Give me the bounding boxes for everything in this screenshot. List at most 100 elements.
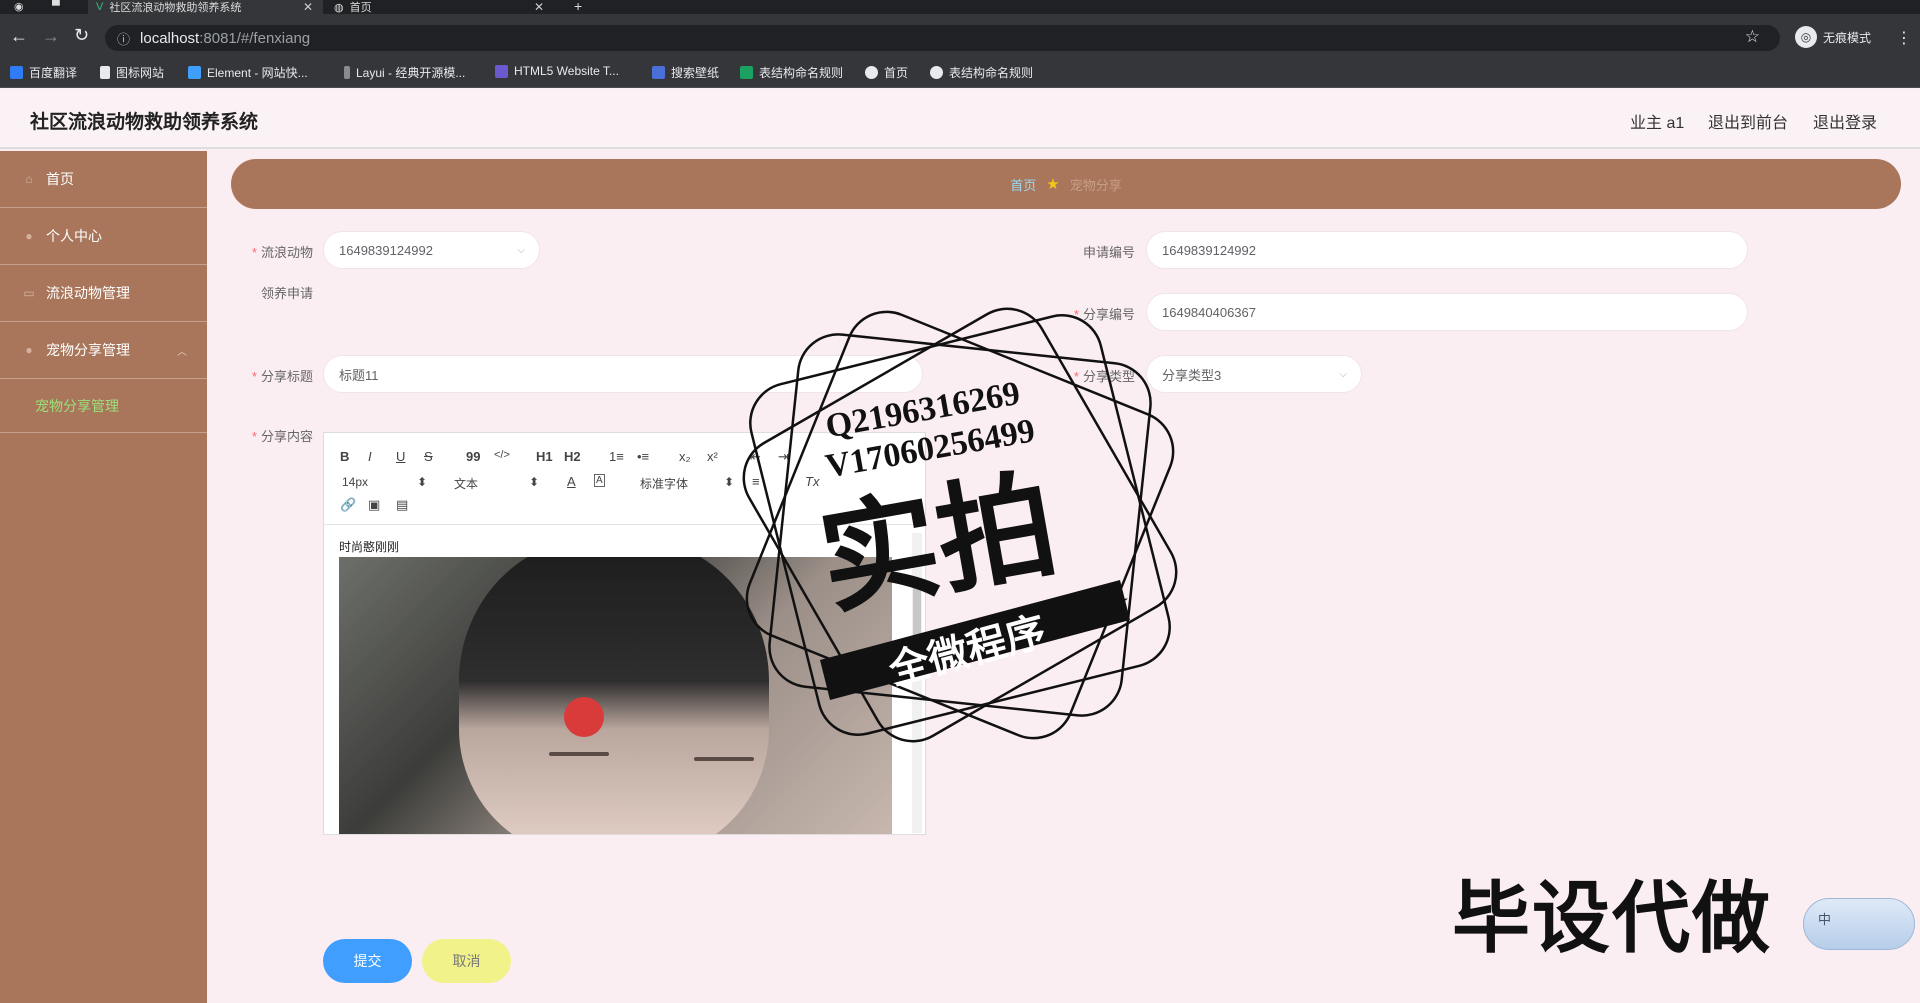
incognito-label: 无痕模式 (1823, 30, 1872, 45)
apply-no-label: 申请编号 (1082, 245, 1135, 260)
sidebar-item-profile[interactable]: ● 个人中心 (0, 208, 207, 265)
url-host: localhost (140, 29, 200, 47)
underline-button[interactable]: U (396, 449, 405, 464)
breadcrumb-current: 宠物分享 (1069, 177, 1122, 193)
content-label: * 分享内容 (251, 429, 313, 444)
text-type-select[interactable]: 文本 (454, 475, 478, 492)
app-header: 社区流浪动物救助领养系统 业主 a1 退出到前台 退出登录 (0, 89, 1920, 149)
ordered-list-button[interactable]: 1≡ (609, 449, 624, 464)
new-tab-icon[interactable]: + (574, 0, 582, 14)
breadcrumb: 首页 ★ 宠物分享 (231, 159, 1901, 209)
chevron-up-icon: ︿ (177, 346, 187, 358)
italic-button[interactable]: I (368, 449, 372, 464)
ime-floating-widget[interactable]: 中 (1803, 898, 1915, 950)
video-icon[interactable]: ▤ (396, 497, 408, 513)
globe-icon (865, 66, 878, 79)
element-icon (188, 66, 201, 79)
link-icon[interactable]: 🔗 (340, 497, 356, 513)
apply-no-input[interactable]: 1649839124992 (1146, 231, 1748, 269)
url-bar[interactable]: ⓘ localhost:8081/#/fenxiang ☆ (105, 25, 1780, 51)
superscript-button[interactable]: x² (707, 449, 718, 464)
bookmark-item[interactable]: 表结构命名规则 (740, 64, 843, 81)
animal-select[interactable]: 1649839124992 ⌵ (323, 231, 540, 269)
bold-button[interactable]: B (340, 449, 349, 464)
bookmark-item[interactable]: 百度翻译 (10, 64, 77, 81)
image-icon[interactable]: ▣ (368, 497, 380, 513)
forward-icon[interactable]: → (42, 26, 60, 47)
tab-system[interactable]: V 社区流浪动物救助领养系统 ✕ (88, 0, 323, 14)
layui-icon (344, 66, 350, 79)
bookmark-item[interactable]: 搜索壁纸 (652, 64, 719, 81)
reload-icon[interactable]: ↻ (74, 25, 89, 46)
strike-button[interactable]: S (424, 449, 433, 464)
url-path: :8081/#/fenxiang (199, 29, 311, 47)
window-icon: ▀ (52, 0, 60, 12)
h1-button[interactable]: H1 (536, 449, 553, 464)
current-user: 业主 a1 (1630, 115, 1685, 132)
home-icon: ⌂ (25, 172, 33, 186)
tab-home[interactable]: ◍ 首页 ✕ (326, 0, 554, 14)
info-icon[interactable]: ⓘ (117, 29, 130, 48)
bookmark-item[interactable]: 图标网站 (100, 64, 164, 81)
bullet-list-button[interactable]: •≡ (637, 449, 649, 464)
editor-content-text: 时尚憨刚刚 (339, 540, 400, 554)
sidebar: ⌂ 首页 ● 个人中心 ▭ 流浪动物管理 ● 宠物分享管理 ︿ 宠物分享管理 (0, 151, 207, 1003)
back-icon[interactable]: ← (10, 26, 28, 47)
menu-icon[interactable]: ⋮ (1896, 28, 1912, 48)
breadcrumb-home[interactable]: 首页 (1010, 175, 1036, 194)
globe-icon: ◍ (334, 1, 344, 14)
quote-button[interactable]: 99 (466, 449, 480, 464)
user-icon: ● (25, 229, 33, 243)
font-color-icon[interactable]: A (567, 474, 576, 489)
sidebar-item-animal-manage[interactable]: ▭ 流浪动物管理 (0, 265, 207, 322)
bookmark-item[interactable]: 首页 (865, 64, 908, 81)
browser-logo-icon: ◉ (14, 1, 24, 13)
apply-label: 领养申请 (260, 286, 313, 301)
tab-title: 社区流浪动物救助领养系统 (109, 2, 242, 14)
chevron-down-icon: ⌵ (1339, 368, 1347, 380)
bookmark-item[interactable]: Element - 网站快... (188, 64, 308, 81)
font-family-select[interactable]: 标准字体 (640, 475, 688, 492)
html5-icon (495, 64, 508, 78)
background-color-icon[interactable]: A (594, 474, 605, 487)
star-icon: ★ (850, 649, 877, 682)
subscript-button[interactable]: x₂ (679, 449, 691, 464)
star-icon: ★ (1103, 586, 1130, 619)
watermark-stamp: Q2196316269 V17060256499 实拍 全微程序 ★ ★ (742, 307, 1178, 743)
incognito-icon: ◎ (1795, 26, 1817, 48)
translate-icon (10, 66, 23, 79)
bookmark-item[interactable]: HTML5 Website T... (495, 64, 619, 78)
bookmark-star-icon[interactable]: ☆ (1745, 27, 1760, 47)
sidebar-subitem-share-manage[interactable]: 宠物分享管理 (0, 379, 207, 433)
share-no-input[interactable]: 1649840406367 (1146, 293, 1748, 331)
star-icon: ★ (1046, 176, 1060, 193)
chevron-updown-icon: ⬍ (417, 475, 428, 489)
chevron-down-icon: ⌵ (517, 244, 525, 256)
sidebar-item-share-manage[interactable]: ● 宠物分享管理 ︿ (0, 322, 207, 379)
incognito-profile[interactable]: ◎ 无痕模式 (1795, 26, 1871, 48)
vue-logo-icon: V (96, 1, 104, 13)
animal-label: * 流浪动物 (251, 245, 313, 260)
user-icon: ● (25, 343, 33, 357)
flag-icon (100, 66, 110, 79)
logout-link[interactable]: 退出登录 (1813, 109, 1877, 133)
submit-button[interactable]: 提交 (323, 939, 412, 983)
watermark-text: 毕设代做 (1452, 874, 1773, 962)
chevron-updown-icon: ⬍ (529, 475, 540, 489)
cancel-button[interactable]: 取消 (422, 939, 511, 983)
bookmark-item[interactable]: 表结构命名规则 (930, 64, 1033, 81)
bookmark-item[interactable]: Layui - 经典开源模... (344, 64, 465, 81)
close-icon[interactable]: ✕ (303, 0, 313, 14)
sidebar-item-home[interactable]: ⌂ 首页 (0, 151, 207, 208)
ime-label: 中 (1818, 912, 1832, 927)
back-to-front-link[interactable]: 退出到前台 (1708, 109, 1788, 133)
code-block-button[interactable]: </> (494, 449, 510, 461)
font-size-select[interactable]: 14px (342, 475, 368, 489)
browser-tabbar: ◉ ▀ V 社区流浪动物救助领养系统 ✕ ◍ 首页 ✕ + (0, 0, 1920, 14)
list-icon: ▭ (23, 286, 35, 300)
bookmarks-bar: 百度翻译 图标网站 Element - 网站快... Layui - 经典开源模… (0, 56, 1920, 88)
wallpaper-icon (652, 66, 665, 79)
close-icon[interactable]: ✕ (534, 0, 544, 14)
h2-button[interactable]: H2 (564, 449, 581, 464)
app-title: 社区流浪动物救助领养系统 (30, 112, 259, 133)
